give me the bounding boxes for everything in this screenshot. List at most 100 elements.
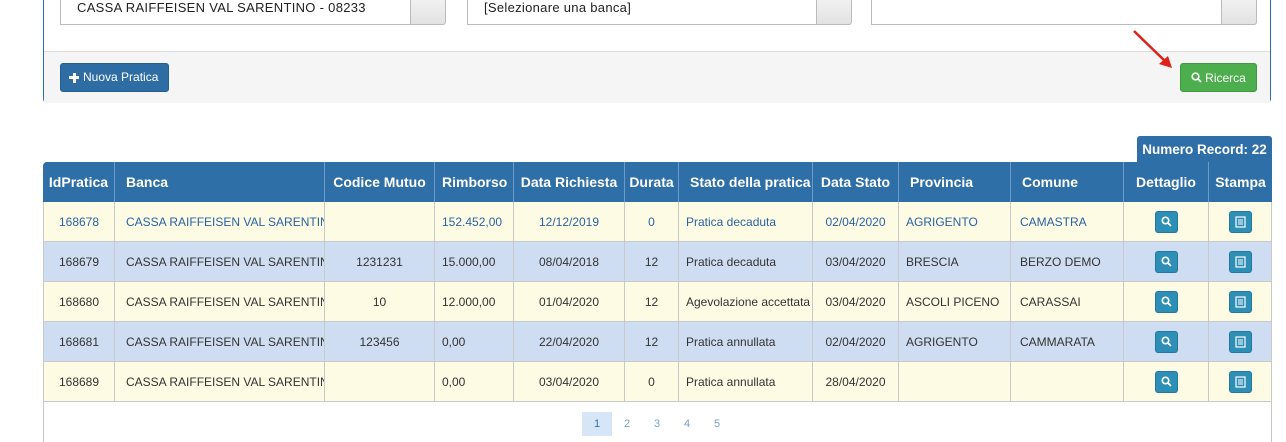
search-icon [1191,72,1202,83]
cell-provincia: AGRIGENTO [899,322,1011,361]
cell-codice [325,362,435,401]
cell-data-richiesta: 22/04/2020 [514,322,625,361]
table-row[interactable]: 168678 CASSA RAIFFEISEN VAL SARENTINO 15… [43,202,1272,242]
detail-search-button[interactable] [1154,210,1178,233]
search-icon [1160,216,1172,227]
table-row[interactable]: 168681 CASSA RAIFFEISEN VAL SARENTINO 12… [43,322,1272,362]
header-provincia[interactable]: Provincia [899,162,1011,202]
search-icon [1160,376,1172,387]
header-stato[interactable]: Stato della pratica [679,162,813,202]
header-data-stato[interactable]: Data Stato [813,162,899,202]
cell-stato: Pratica annullata [679,322,813,361]
cell-id[interactable]: 168678 [43,202,115,241]
cell-data-stato: 03/04/2020 [813,282,899,321]
banca-value: [Selezionare una banca] [484,0,632,15]
cell-id[interactable]: 168681 [43,322,115,361]
print-button[interactable] [1228,370,1252,393]
cell-banca[interactable]: CASSA RAIFFEISEN VAL SARENTINO [115,362,325,401]
search-icon [1160,296,1172,307]
istituto-dropdown-button[interactable] [410,0,446,25]
detail-search-button[interactable] [1154,330,1178,353]
header-stampa: Stampa [1215,174,1266,190]
header-banca[interactable]: Banca [115,162,325,202]
cell-id[interactable]: 168689 [43,362,115,401]
cell-banca[interactable]: CASSA RAIFFEISEN VAL SARENTINO [115,282,325,321]
cell-banca[interactable]: CASSA RAIFFEISEN VAL SARENTINO [115,322,325,361]
page-link-5[interactable]: 5 [702,412,732,436]
cell-comune: BERZO DEMO [1011,242,1124,281]
third-select[interactable] [871,0,1257,26]
header-idpratica[interactable]: IdPratica [43,162,115,202]
cell-dettaglio [1124,362,1209,401]
document-icon [1234,215,1246,228]
pagination: 1 2 3 4 5 [582,412,732,436]
cell-banca[interactable]: CASSA RAIFFEISEN VAL SARENTINO [115,242,325,281]
header-dettaglio: Dettaglio [1124,162,1209,202]
cell-provincia: ASCOLI PICENO [899,282,1011,321]
page-link-4[interactable]: 4 [672,412,702,436]
banca-select[interactable]: [Selezionare una banca] [467,0,852,26]
cell-stato: Agevolazione accettata [679,282,813,321]
table-row[interactable]: 168680 CASSA RAIFFEISEN VAL SARENTINO 10… [43,282,1272,322]
print-button[interactable] [1228,250,1252,273]
header-durata[interactable]: Durata [625,162,679,202]
red-arrow-annotation [1133,30,1172,68]
print-button[interactable] [1228,330,1252,353]
cell-rimborso: 0,00 [435,362,514,401]
search-icon [1160,336,1172,347]
cell-comune: CAMMARATA [1011,322,1124,361]
cell-data-richiesta: 01/04/2020 [514,282,625,321]
cell-durata: 12 [625,242,679,281]
cell-data-stato: 03/04/2020 [813,242,899,281]
banca-dropdown-button[interactable] [816,0,852,25]
header-codice-mutuo[interactable]: Codice Mutuo [325,162,435,202]
record-count-text: Numero Record: 22 [1142,141,1267,157]
cell-data-richiesta: 08/04/2018 [514,242,625,281]
istituto-value: CASSA RAIFFEISEN VAL SARENTINO - 08233 [77,0,366,15]
print-button[interactable] [1228,210,1252,233]
cell-banca[interactable]: CASSA RAIFFEISEN VAL SARENTINO [115,202,325,241]
search-button[interactable]: Ricerca [1180,63,1257,92]
new-pratica-button[interactable]: Nuova Pratica [60,63,170,92]
cell-data-stato: 28/04/2020 [813,362,899,401]
istituto-select[interactable]: CASSA RAIFFEISEN VAL SARENTINO - 08233 [60,0,447,26]
cell-codice: 123456 [325,322,435,361]
istituto-field[interactable]: CASSA RAIFFEISEN VAL SARENTINO - 08233 [60,0,411,25]
cell-dettaglio [1124,202,1209,241]
print-button[interactable] [1228,290,1252,313]
detail-search-button[interactable] [1154,250,1178,273]
page-link-2[interactable]: 2 [612,412,642,436]
cell-provincia [899,362,1011,401]
header-rimborso[interactable]: Rimborso [435,162,514,202]
panel-footer: Nuova Pratica Ricerca [44,51,1270,103]
third-dropdown-button[interactable] [1221,0,1257,25]
header-data-richiesta[interactable]: Data Richiesta [514,162,625,202]
table-row[interactable]: 168689 CASSA RAIFFEISEN VAL SARENTINO 0,… [43,362,1272,402]
cell-data-richiesta: 03/04/2020 [514,362,625,401]
cell-dettaglio [1124,282,1209,321]
page-link-3[interactable]: 3 [642,412,672,436]
cell-dettaglio [1124,242,1209,281]
document-icon [1234,375,1246,388]
cell-rimborso: 0,00 [435,322,514,361]
banca-field[interactable]: [Selezionare una banca] [467,0,817,25]
filter-row: CASSA RAIFFEISEN VAL SARENTINO - 08233 [… [44,0,1270,51]
cell-stato: Pratica decaduta [679,202,813,241]
detail-search-button[interactable] [1154,370,1178,393]
detail-search-button[interactable] [1154,290,1178,313]
cell-stampa [1209,282,1272,321]
cell-codice [325,202,435,241]
cell-dettaglio [1124,322,1209,361]
header-comune[interactable]: Comune [1011,162,1124,202]
document-icon [1234,255,1246,268]
table-row[interactable]: 168679 CASSA RAIFFEISEN VAL SARENTINO 12… [43,242,1272,282]
cell-id[interactable]: 168679 [43,242,115,281]
page-link-1[interactable]: 1 [582,412,612,436]
third-field[interactable] [871,0,1222,25]
plus-icon [69,72,79,83]
cell-stampa [1209,242,1272,281]
cell-id[interactable]: 168680 [43,282,115,321]
cell-data-stato: 02/04/2020 [813,202,899,241]
cell-data-richiesta: 12/12/2019 [514,202,625,241]
cell-rimborso: 15.000,00 [435,242,514,281]
